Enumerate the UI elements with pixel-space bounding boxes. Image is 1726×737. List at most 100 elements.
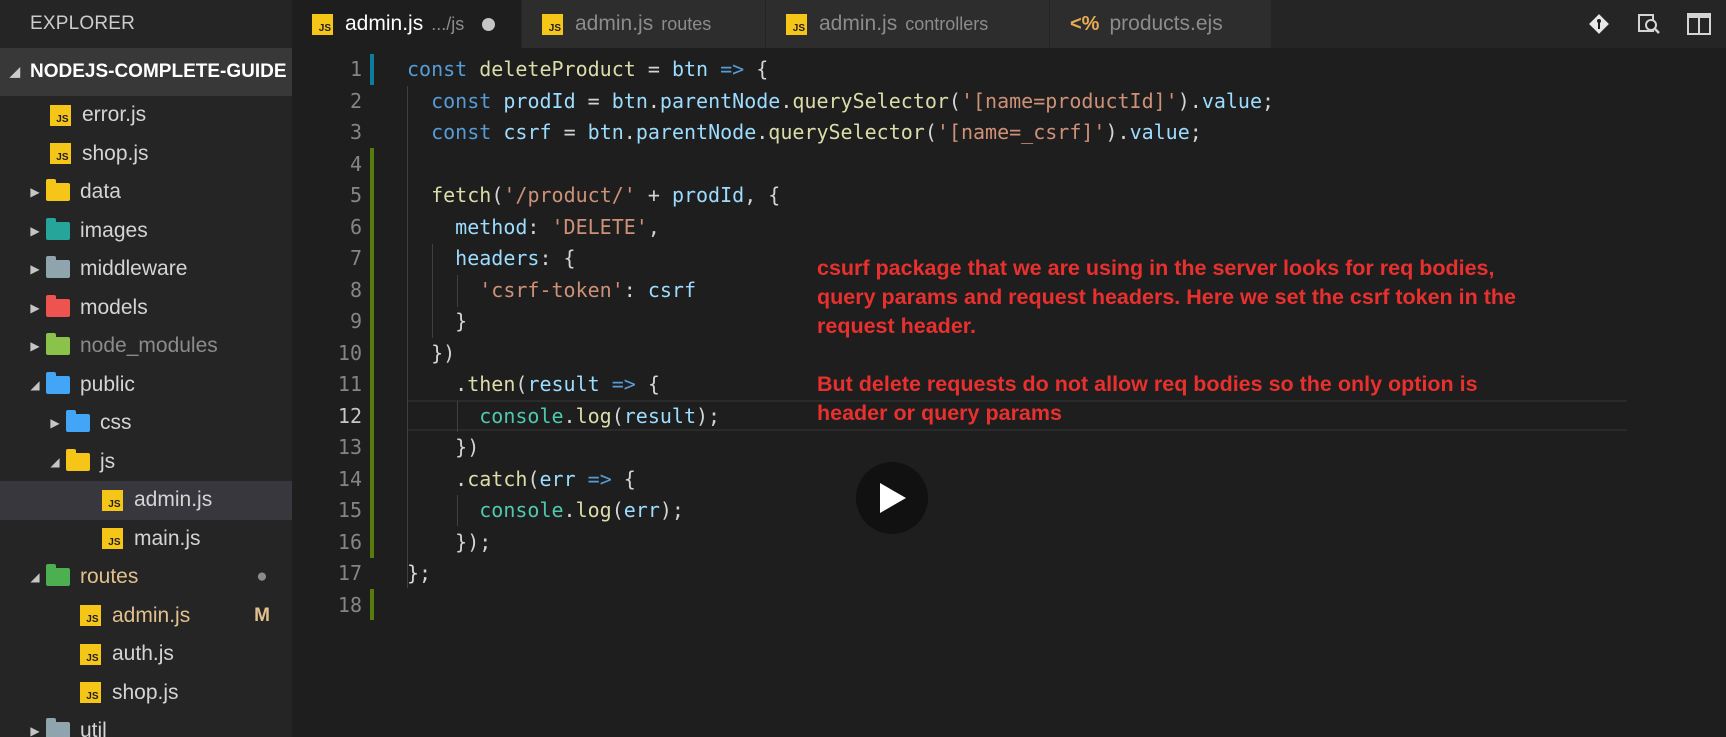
public-folder-icon [46,371,70,396]
line-number: 1 [349,57,362,81]
tab-admin-js-routes[interactable]: JS admin.js routes [522,0,766,48]
folder-label: util [80,719,107,737]
tab-admin-js-controllers[interactable]: JS admin.js controllers [766,0,1050,48]
folder-middleware[interactable]: ▶ middleware [0,250,292,289]
current-line-number: 12 [337,403,362,428]
tab-label: admin.js [575,12,654,35]
folder-util[interactable]: ▶ util [0,712,292,737]
tab-description: controllers [905,13,989,34]
line-number: 17 [337,561,362,585]
line-number: 16 [337,529,362,554]
project-section-header[interactable]: ◢ NODEJS-COMPLETE-GUIDE [0,48,292,96]
images-folder-icon [46,217,70,242]
folder-css[interactable]: ▶ css [0,404,292,443]
folder-icon [46,256,70,280]
line-number: 15 [337,498,362,522]
code-line: }); [407,529,492,554]
git-compare-icon[interactable] [1586,11,1612,37]
code-line: .catch(err => { [407,466,636,491]
file-main-js[interactable]: JS main.js [0,520,292,559]
file-label: shop.js [112,680,179,704]
line-number: 18 [337,592,362,617]
chevron-down-icon: ◢ [50,454,60,469]
annotation-paragraph-1: csurf package that we are using in the s… [817,256,1516,338]
folder-label: css [100,411,132,435]
git-modified-marker [370,54,374,85]
file-label: error.js [82,103,147,127]
line-number: 4 [349,151,362,176]
file-shop-js[interactable]: JS shop.js [0,135,292,174]
folder-label: public [80,372,135,396]
line-number: 5 [349,183,362,207]
chevron-right-icon: ▶ [30,262,40,277]
file-label: admin.js [134,488,213,512]
folder-label: routes [80,565,139,589]
code-line: const csrf = btn.parentNode.querySelecto… [431,120,1202,144]
routes-folder-icon [46,564,70,588]
file-routes-shop-js[interactable]: JS shop.js [0,674,292,713]
modified-badge: M [254,604,270,626]
chevron-right-icon: ▶ [30,300,40,315]
js-folder-icon [66,448,90,473]
modified-dot-badge: ● [256,566,268,588]
file-label: shop.js [82,141,149,165]
js-file-icon: JS [78,643,102,665]
file-routes-admin-js[interactable]: JS admin.js M [0,597,292,636]
video-annotation-overlay: csurf package that we are using in the s… [817,254,1537,457]
split-editor-icon[interactable] [1686,11,1712,37]
play-button[interactable] [856,462,928,534]
code-line: const prodId = btn.parentNode.querySelec… [431,88,1275,113]
folder-data[interactable]: ▶ data [0,173,292,212]
line-number: 10 [337,340,362,365]
js-file-icon: JS [78,682,102,704]
file-admin-js-selected[interactable]: JS admin.js [0,481,292,520]
explorer-title: EXPLORER [30,13,136,34]
folder-public[interactable]: ◢ public [0,366,292,405]
git-added-marker [370,589,374,620]
folder-images[interactable]: ▶ images [0,212,292,251]
file-label: admin.js [112,603,191,627]
models-folder-icon [46,294,70,319]
js-file-icon: JS [100,489,124,511]
line-number: 14 [337,466,362,491]
js-file-icon: JS [786,13,807,35]
open-preview-icon[interactable] [1636,11,1662,37]
line-number: 6 [349,214,362,239]
editor-tab-bar: JS admin.js .../js JS admin.js routes JS… [292,0,1726,48]
file-error-js[interactable]: JS error.js [0,96,292,135]
folder-label: images [80,218,148,242]
chevron-right-icon: ▶ [30,339,40,354]
file-auth-js[interactable]: JS auth.js [0,635,292,674]
folder-js[interactable]: ◢ js [0,443,292,482]
folder-models[interactable]: ▶ models [0,289,292,328]
tab-products-ejs[interactable]: <% products.ejs [1050,0,1272,48]
line-number: 3 [349,120,362,144]
tab-label: admin.js [345,12,424,35]
folder-node-modules[interactable]: ▶ node_modules [0,327,292,366]
code-line: const deleteProduct = btn => { [407,57,769,81]
line-number: 7 [349,246,362,270]
js-file-icon: JS [48,104,72,126]
database-folder-icon [46,179,70,203]
folder-routes[interactable]: ◢ routes ● [0,558,292,597]
code-line: fetch('/product/' + prodId, { [431,183,781,207]
tab-admin-js-public[interactable]: JS admin.js .../js [292,0,522,48]
js-file-icon: JS [78,605,102,627]
unsaved-dot-icon[interactable] [482,17,496,31]
line-number: 11 [337,372,362,396]
line-number: 13 [337,435,362,459]
chevron-right-icon: ▶ [50,416,60,431]
folder-label: data [80,180,121,204]
css-folder-icon [66,410,90,434]
git-added-marker [370,148,374,558]
chevron-down-icon: ◢ [10,64,20,79]
editor-actions [1586,0,1726,48]
annotation-paragraph-2: But delete requests do not allow req bod… [817,372,1478,425]
explorer-sidebar: EXPLORER ◢ NODEJS-COMPLETE-GUIDE JS erro… [0,0,292,737]
project-name: NODEJS-COMPLETE-GUIDE [30,61,287,82]
chevron-right-icon: ▶ [30,724,40,737]
folder-label: middleware [80,257,188,281]
file-label: main.js [134,526,201,550]
tab-label: products.ejs [1109,12,1223,35]
code-line: }; [407,561,432,585]
